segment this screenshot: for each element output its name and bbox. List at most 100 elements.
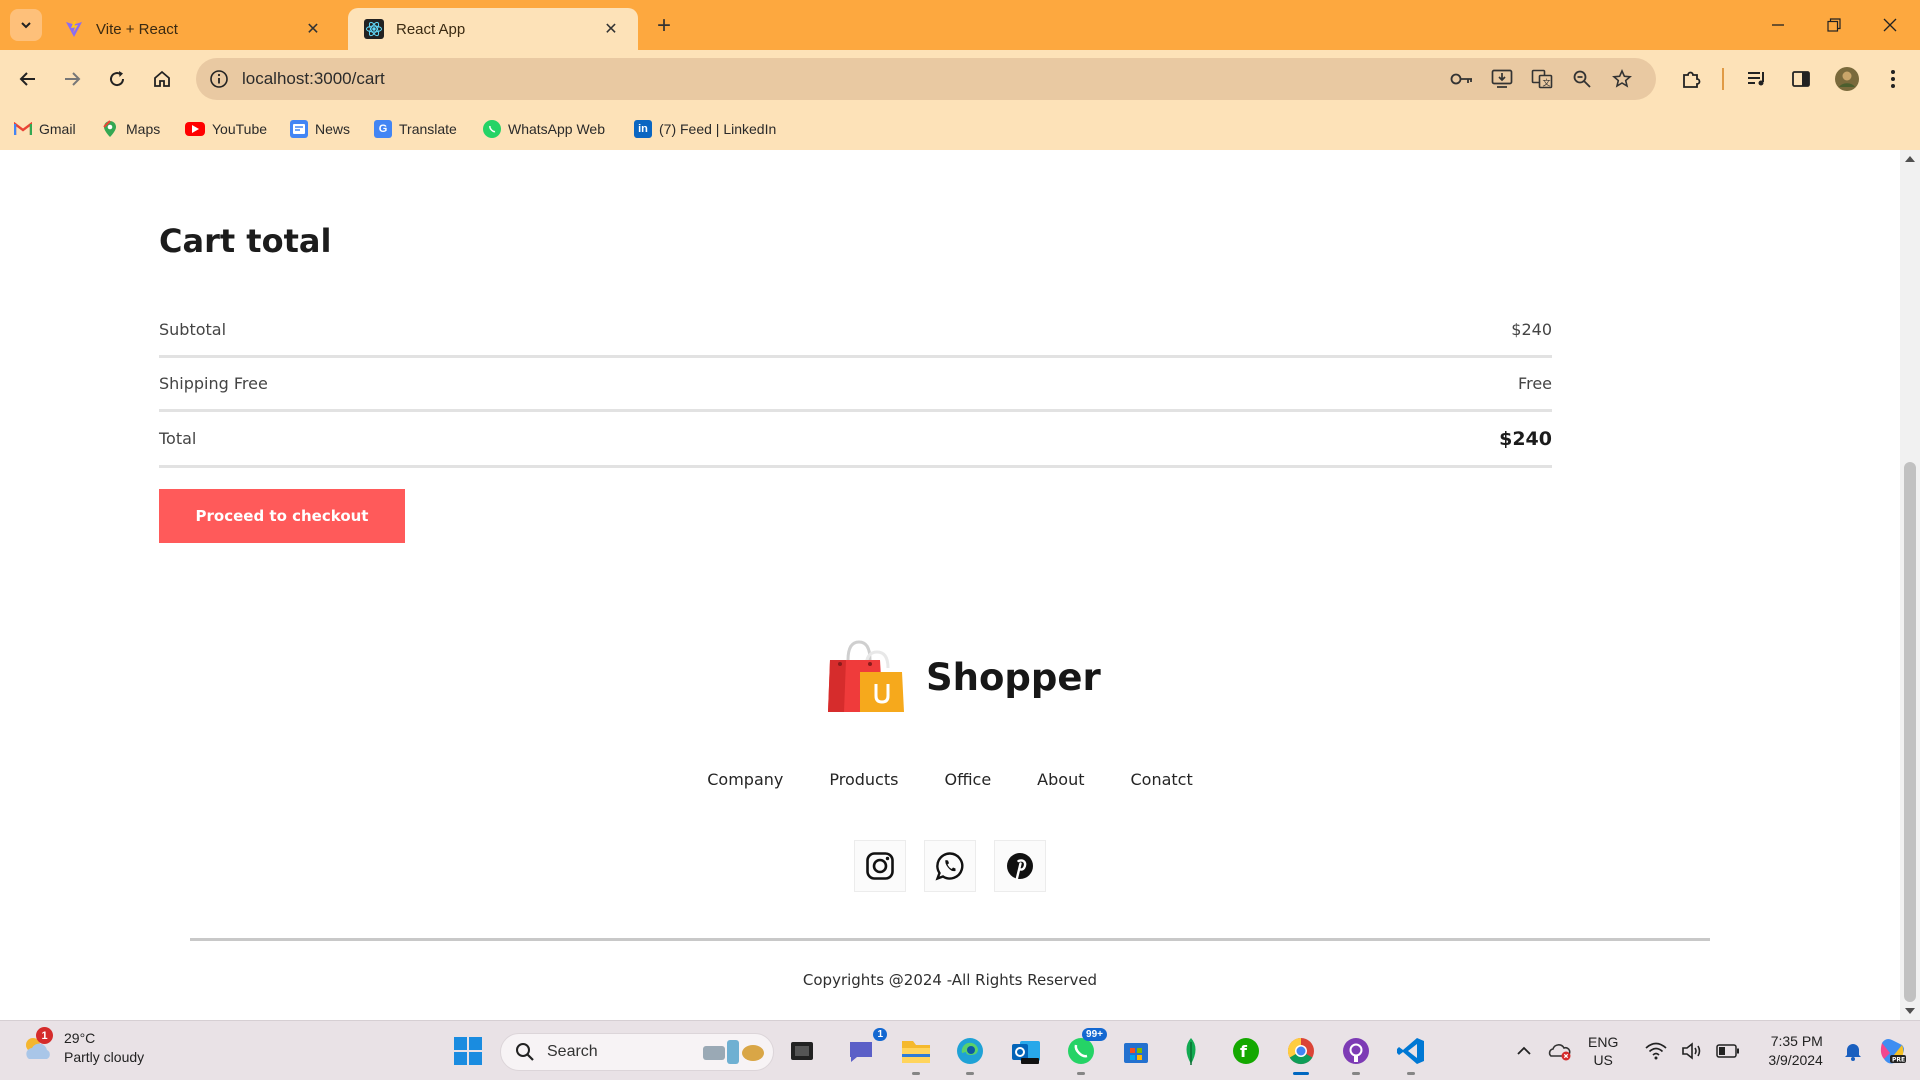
tab-close-icon[interactable]: ✕ — [302, 18, 324, 40]
puzzle-icon — [1683, 71, 1701, 88]
browser-toolbar: localhost:3000/cart 文 — [0, 50, 1920, 108]
bookmark-star-icon[interactable] — [1608, 66, 1636, 92]
total-label: Total — [159, 429, 197, 448]
translate-page-icon[interactable]: 文 — [1528, 66, 1556, 92]
restore-button[interactable] — [1806, 0, 1862, 50]
bookmark-label: (7) Feed | LinkedIn — [659, 121, 777, 137]
chevron-up-icon[interactable] — [1510, 1037, 1538, 1065]
copilot-icon[interactable]: PRE — [1875, 1034, 1909, 1068]
home-icon — [154, 70, 170, 87]
cart-subtotal-row: Subtotal $240 — [159, 304, 1552, 358]
instagram-link[interactable] — [854, 840, 906, 892]
taskbar-app-teams[interactable]: 1 — [841, 1028, 887, 1071]
news-icon — [290, 120, 308, 138]
side-panel-button[interactable] — [1784, 62, 1818, 96]
scroll-up-icon[interactable] — [1905, 156, 1915, 162]
cart-shipping-row: Shipping Free Free — [159, 358, 1552, 412]
forward-button[interactable] — [55, 62, 89, 96]
cart-total-heading: Cart total — [159, 222, 332, 260]
bookmark-maps[interactable]: Maps — [101, 117, 160, 141]
taskbar-app-file-explorer[interactable] — [896, 1031, 936, 1075]
proceed-to-checkout-button[interactable]: Proceed to checkout — [159, 489, 405, 543]
instagram-icon — [866, 852, 894, 880]
system-clock[interactable]: 7:35 PM 3/9/2024 — [1768, 1032, 1823, 1070]
bookmark-translate[interactable]: G Translate — [374, 117, 457, 141]
footer-link-office[interactable]: Office — [944, 770, 991, 789]
search-placeholder: Search — [547, 1043, 598, 1060]
bookmark-news[interactable]: News — [290, 117, 350, 141]
new-tab-button[interactable]: + — [650, 12, 678, 40]
back-button[interactable] — [11, 62, 45, 96]
taskbar-app-outlook[interactable] — [1006, 1031, 1046, 1071]
scrollbar-thumb[interactable] — [1904, 462, 1916, 1002]
bookmark-linkedin[interactable]: in (7) Feed | LinkedIn — [634, 117, 776, 141]
onedrive-error-icon[interactable] — [1546, 1037, 1574, 1065]
volume-icon[interactable] — [1678, 1037, 1706, 1065]
taskbar-app-whatsapp[interactable]: 99+ — [1061, 1028, 1107, 1075]
taskbar-app-mongodb[interactable] — [1171, 1031, 1211, 1071]
footer-copyright: Copyrights @2024 -All Rights Reserved — [802, 971, 1098, 989]
weather-widget[interactable]: 1 29°C Partly cloudy — [20, 1027, 145, 1067]
restore-icon — [1827, 18, 1841, 32]
address-bar[interactable]: localhost:3000/cart 文 — [196, 58, 1656, 100]
footer-link-company[interactable]: Company — [707, 770, 783, 789]
reload-button[interactable] — [100, 62, 134, 96]
weather-description: Partly cloudy — [64, 1049, 145, 1065]
windows-icon — [454, 1037, 482, 1065]
taskbar-search-box[interactable]: Search — [500, 1033, 774, 1071]
address-url[interactable]: localhost:3000/cart — [242, 69, 385, 89]
outlook-icon — [1012, 1041, 1040, 1064]
taskbar-app-store[interactable] — [1116, 1031, 1156, 1071]
home-button[interactable] — [145, 62, 179, 96]
tab-search-button[interactable] — [10, 9, 42, 41]
weather-badge: 1 — [36, 1027, 53, 1044]
footer-logo[interactable]: Shopper — [826, 638, 1101, 716]
taskbar-app-vscode[interactable] — [1391, 1031, 1431, 1075]
browser-menu-button[interactable] — [1876, 62, 1910, 96]
extensions-button[interactable] — [1674, 62, 1708, 96]
whatsapp-icon — [483, 120, 501, 138]
scroll-down-icon[interactable] — [1905, 1008, 1915, 1014]
pinterest-link[interactable] — [994, 840, 1046, 892]
bookmark-youtube[interactable]: YouTube — [185, 117, 267, 141]
bookmark-label: Maps — [126, 121, 161, 137]
minimize-button[interactable] — [1750, 0, 1806, 50]
tab-react-app[interactable]: React App ✕ — [348, 8, 638, 50]
install-app-icon[interactable] — [1488, 66, 1516, 92]
whatsapp-link[interactable] — [924, 840, 976, 892]
upwork-icon: f — [1233, 1038, 1259, 1064]
notification-bell-icon[interactable] — [1839, 1037, 1867, 1065]
tab-vite-react[interactable]: Vite + React ✕ — [48, 8, 340, 50]
taskbar-app-github[interactable] — [1336, 1031, 1376, 1075]
wifi-icon[interactable] — [1642, 1037, 1670, 1065]
svg-text:文: 文 — [1543, 78, 1551, 88]
site-info-icon[interactable] — [206, 66, 232, 92]
tab-title: React App — [396, 20, 466, 38]
page-scrollbar[interactable] — [1900, 150, 1920, 1020]
taskbar-app-upwork[interactable]: f — [1226, 1031, 1266, 1071]
system-tray: ENG US 7:35 PM 3/9/2024 PRE — [1510, 1021, 1917, 1081]
tab-title: Vite + React — [96, 20, 178, 38]
task-view-button[interactable] — [782, 1031, 822, 1071]
tab-close-icon[interactable]: ✕ — [600, 18, 622, 40]
zoom-icon[interactable] — [1568, 66, 1596, 92]
gmail-icon — [14, 120, 32, 138]
profile-button[interactable] — [1830, 62, 1864, 96]
arrow-right-icon — [65, 72, 81, 86]
start-button[interactable] — [448, 1031, 488, 1071]
taskbar-app-edge[interactable] — [950, 1031, 990, 1075]
footer-link-contact[interactable]: Conatct — [1130, 770, 1192, 789]
search-highlight-icon — [703, 1040, 764, 1064]
taskbar-app-chrome[interactable] — [1281, 1031, 1321, 1075]
media-control-button[interactable] — [1740, 62, 1774, 96]
close-window-button[interactable] — [1862, 0, 1918, 50]
password-key-icon[interactable] — [1448, 66, 1476, 92]
footer-link-products[interactable]: Products — [829, 770, 898, 789]
toolbar-divider — [1722, 68, 1724, 90]
bookmark-whatsapp-web[interactable]: WhatsApp Web — [483, 117, 605, 141]
footer-link-about[interactable]: About — [1037, 770, 1084, 789]
bookmark-gmail[interactable]: Gmail — [14, 117, 76, 141]
battery-icon[interactable] — [1714, 1037, 1742, 1065]
clock-time: 7:35 PM — [1770, 1033, 1823, 1049]
language-indicator[interactable]: ENG US — [1588, 1033, 1618, 1069]
